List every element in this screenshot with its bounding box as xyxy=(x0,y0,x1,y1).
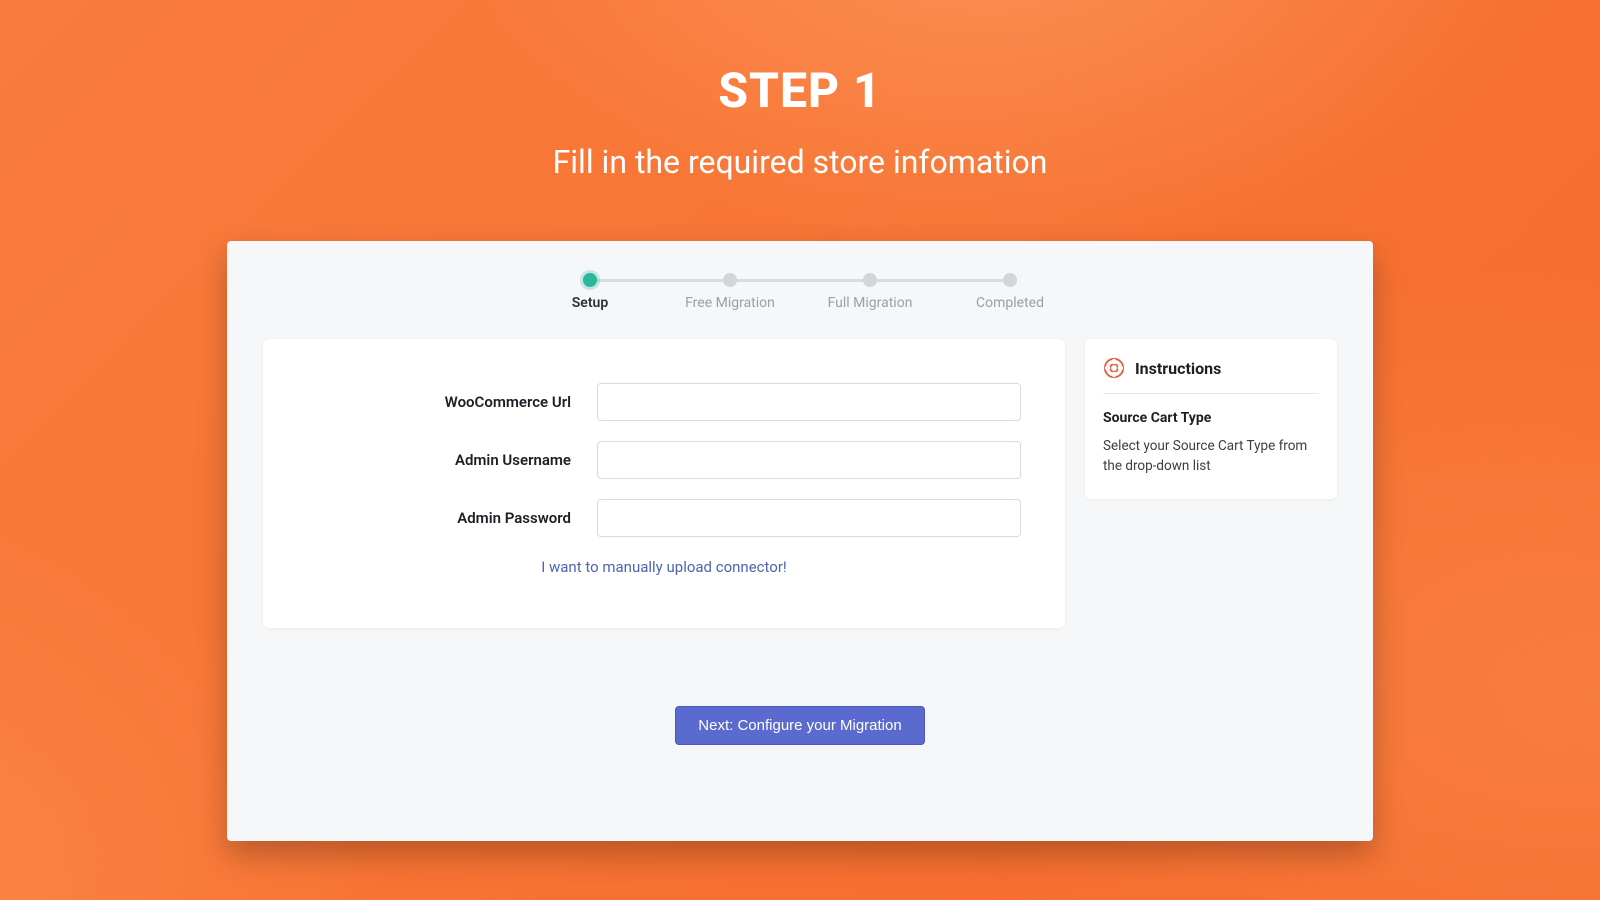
wizard-card: Setup Free Migration Full Migration Comp… xyxy=(227,241,1373,841)
woocommerce-url-input[interactable] xyxy=(597,383,1021,421)
step-label: Setup xyxy=(572,295,608,311)
form-row-url: WooCommerce Url xyxy=(307,383,1021,421)
username-label: Admin Username xyxy=(307,451,597,469)
instructions-section-title: Source Cart Type xyxy=(1103,410,1319,426)
stepper-line xyxy=(590,279,1010,282)
instructions-title: Instructions xyxy=(1135,359,1221,378)
content-row: WooCommerce Url Admin Username Admin Pas… xyxy=(263,339,1337,628)
next-button[interactable]: Next: Configure your Migration xyxy=(675,706,924,745)
step-dot-icon xyxy=(723,273,737,287)
form-row-username: Admin Username xyxy=(307,441,1021,479)
step-label: Completed xyxy=(976,295,1044,311)
step-dot-icon xyxy=(583,273,597,287)
password-label: Admin Password xyxy=(307,509,597,527)
step-label: Free Migration xyxy=(685,295,775,311)
manual-upload-row: I want to manually upload connector! xyxy=(307,557,1021,576)
lifebuoy-icon xyxy=(1103,357,1125,379)
instructions-header: Instructions xyxy=(1103,357,1319,394)
form-row-password: Admin Password xyxy=(307,499,1021,537)
instructions-section-body: Select your Source Cart Type from the dr… xyxy=(1103,436,1319,477)
next-button-row: Next: Configure your Migration xyxy=(263,706,1337,745)
page-step-subtitle: Fill in the required store infomation xyxy=(0,143,1600,181)
page-step-title: STEP 1 xyxy=(0,62,1600,119)
step-dot-icon xyxy=(1003,273,1017,287)
stepper: Setup Free Migration Full Migration Comp… xyxy=(520,273,1080,311)
form-panel: WooCommerce Url Admin Username Admin Pas… xyxy=(263,339,1065,628)
instructions-panel: Instructions Source Cart Type Select you… xyxy=(1085,339,1337,499)
step-label: Full Migration xyxy=(828,295,913,311)
hero: STEP 1 Fill in the required store infoma… xyxy=(0,0,1600,181)
url-label: WooCommerce Url xyxy=(307,393,597,411)
step-dot-icon xyxy=(863,273,877,287)
manual-upload-link[interactable]: I want to manually upload connector! xyxy=(541,558,787,576)
admin-username-input[interactable] xyxy=(597,441,1021,479)
admin-password-input[interactable] xyxy=(597,499,1021,537)
instructions-body: Source Cart Type Select your Source Cart… xyxy=(1103,410,1319,477)
